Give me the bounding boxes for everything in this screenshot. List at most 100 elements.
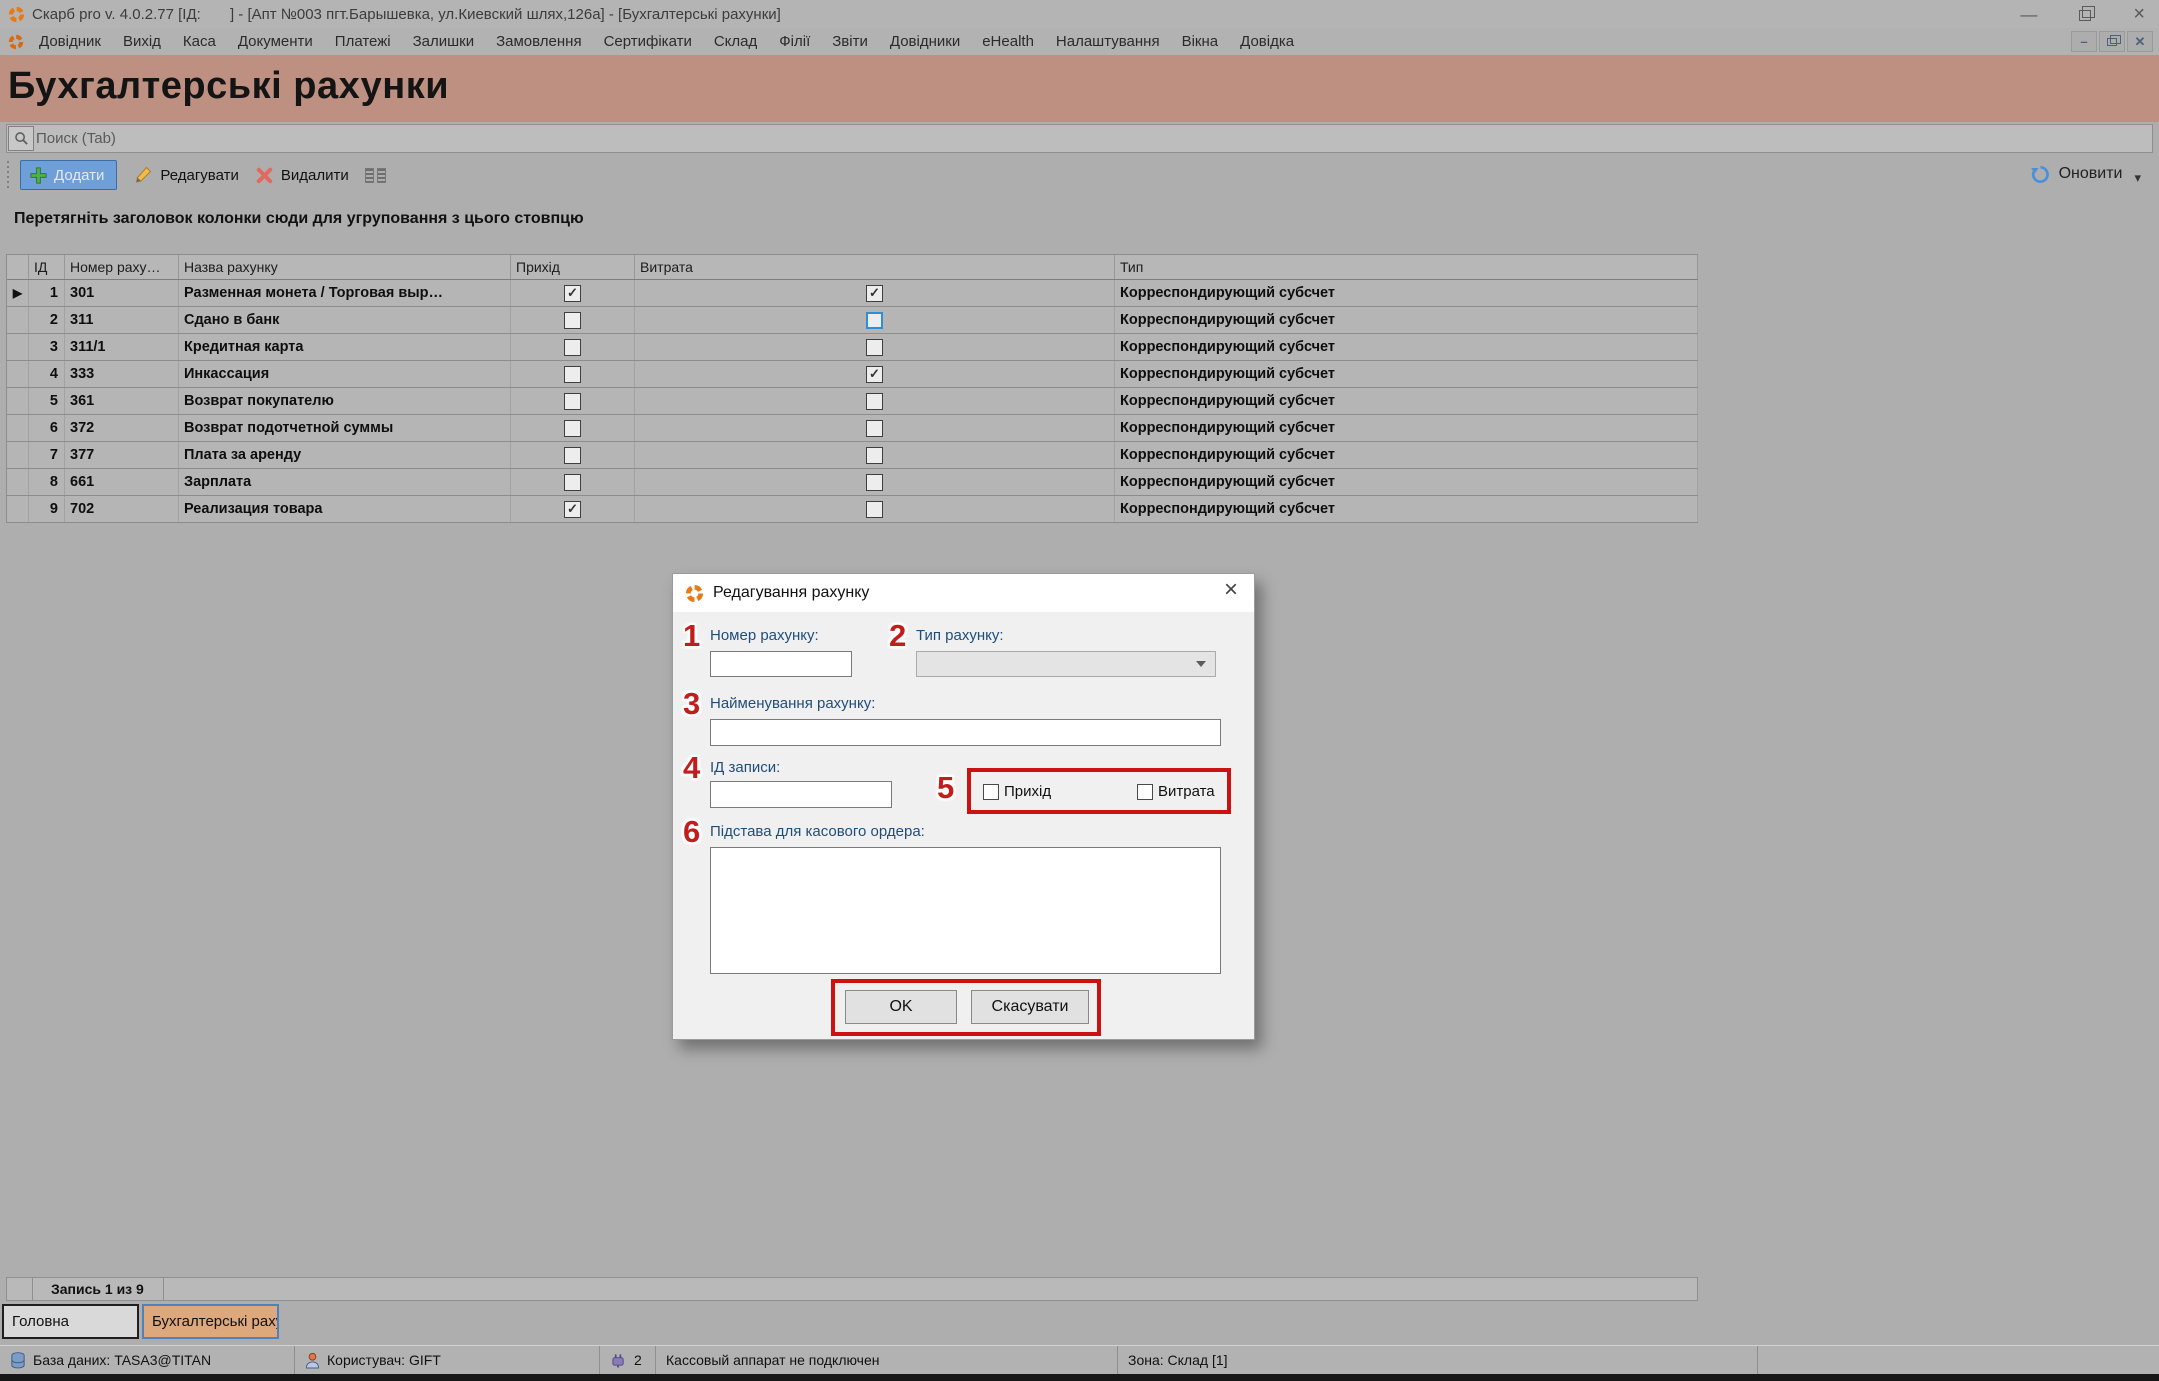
ok-button[interactable]: OK <box>845 990 957 1024</box>
table-row[interactable]: 8661ЗарплатаКорреспондирующий субсчет <box>7 469 1698 496</box>
checkbox[interactable] <box>866 447 883 464</box>
cash-order-basis-field[interactable] <box>710 847 1221 974</box>
account-number-field[interactable] <box>710 651 852 677</box>
menu-item-10[interactable]: Філії <box>768 33 821 50</box>
menu-item-4[interactable]: Документи <box>227 33 324 50</box>
table-row[interactable]: ▶1301Разменная монета / Торговая выр…✓✓К… <box>7 280 1698 307</box>
tab-1[interactable]: Головна <box>2 1304 139 1339</box>
cell-name: Разменная монета / Торговая выр… <box>179 280 511 306</box>
table-row[interactable]: 2311Сдано в банкКорреспондирующий субсче… <box>7 307 1698 334</box>
checkbox-checked[interactable]: ✓ <box>564 501 581 518</box>
menu-item-12[interactable]: Довідники <box>879 33 971 50</box>
record-id-field[interactable] <box>710 781 892 808</box>
table-row[interactable]: 4333Инкассация✓Корреспондирующий субсчет <box>7 361 1698 388</box>
mdi-close-icon[interactable]: ✕ <box>2127 31 2153 52</box>
connections-count: 2 <box>634 1352 642 1368</box>
column-chooser[interactable] <box>7 255 29 279</box>
refresh-icon <box>2030 164 2051 185</box>
refresh-button[interactable]: Оновити ▾ <box>2030 162 2141 186</box>
mdi-minimize-icon[interactable]: – <box>2071 31 2097 52</box>
menu-item-2[interactable]: Вихід <box>112 33 172 50</box>
menu-item-7[interactable]: Замовлення <box>485 33 592 50</box>
delete-button[interactable]: Видалити <box>255 166 349 185</box>
refresh-dropdown-icon[interactable]: ▾ <box>2134 170 2141 186</box>
checkbox[interactable] <box>866 420 883 437</box>
column-header-name[interactable]: Назва рахунку <box>179 255 511 279</box>
cell-name: Кредитная карта <box>179 334 511 360</box>
account-name-field[interactable] <box>710 719 1221 746</box>
edit-account-dialog: Редагування рахунку × 1 Номер рахунку: 2… <box>672 573 1255 1040</box>
checkbox[interactable] <box>564 339 581 356</box>
minimize-icon[interactable]: — <box>2020 6 2037 23</box>
cell-number: 377 <box>65 442 179 468</box>
cell-name: Возврат покупателю <box>179 388 511 414</box>
menu-item-9[interactable]: Склад <box>703 33 768 50</box>
menu-item-1[interactable]: Довідник <box>28 33 112 50</box>
mdi-window-controls: – ✕ <box>2071 31 2153 52</box>
menu-item-8[interactable]: Сертифікати <box>593 33 703 50</box>
menu-item-15[interactable]: Вікна <box>1171 33 1230 50</box>
vitrata-checkbox[interactable]: Витрата <box>1137 783 1215 800</box>
column-header-prihid[interactable]: Прихід <box>511 255 635 279</box>
table-row[interactable]: 5361Возврат покупателюКорреспондирующий … <box>7 388 1698 415</box>
table-row[interactable]: 7377Плата за арендуКорреспондирующий суб… <box>7 442 1698 469</box>
cash-device-status: Кассовый аппарат не подключен <box>666 1352 880 1368</box>
cell-vitrata <box>635 307 1115 333</box>
menu-item-13[interactable]: eHealth <box>971 33 1045 50</box>
record-id-label: ІД записи: <box>710 759 780 776</box>
checkbox[interactable] <box>866 393 883 410</box>
table-row[interactable]: 3311/1Кредитная картаКорреспондирующий с… <box>7 334 1698 361</box>
checkbox[interactable] <box>564 420 581 437</box>
app-logo-icon <box>685 584 704 603</box>
mdi-restore-icon[interactable] <box>2099 31 2125 52</box>
checkbox-checked[interactable]: ✓ <box>866 366 883 383</box>
account-type-select[interactable] <box>916 651 1216 677</box>
menu-item-5[interactable]: Платежі <box>324 33 402 50</box>
prihid-checkbox[interactable]: Прихід <box>983 783 1051 800</box>
cancel-button[interactable]: Скасувати <box>971 990 1089 1024</box>
statusbar-zone: Зона: Склад [1] <box>1118 1346 1758 1374</box>
cell-type: Корреспондирующий субсчет <box>1115 496 1698 522</box>
checkbox[interactable] <box>564 393 581 410</box>
search-input[interactable] <box>36 125 2152 152</box>
checkbox[interactable] <box>564 312 581 329</box>
cell-name: Сдано в банк <box>179 307 511 333</box>
row-indicator <box>7 388 29 414</box>
page-header-band: Бухгалтерські рахунки <box>0 55 2159 122</box>
checkbox[interactable] <box>564 474 581 491</box>
checkbox[interactable] <box>866 474 883 491</box>
cell-number: 361 <box>65 388 179 414</box>
cell-type: Корреспондирующий субсчет <box>1115 442 1698 468</box>
restore-icon[interactable] <box>2079 10 2091 21</box>
edit-button[interactable]: Редагувати <box>133 165 239 185</box>
column-header-vitrata[interactable]: Витрата <box>635 255 1115 279</box>
toolbar-grip[interactable] <box>5 161 10 189</box>
table-row[interactable]: 9702Реализация товара✓Корреспондирующий … <box>7 496 1698 523</box>
search-icon[interactable] <box>8 126 34 151</box>
menu-item-16[interactable]: Довідка <box>1229 33 1305 50</box>
statusbar-cash-device: Кассовый аппарат не подключен <box>656 1346 1118 1374</box>
menu-item-11[interactable]: Звіти <box>821 33 879 50</box>
menu-item-3[interactable]: Каса <box>172 33 227 50</box>
column-header-id[interactable]: ІД <box>29 255 65 279</box>
checkbox[interactable] <box>866 339 883 356</box>
checkbox-checked[interactable]: ✓ <box>866 285 883 302</box>
column-header-number[interactable]: Номер раху… <box>65 255 179 279</box>
checkbox[interactable] <box>866 501 883 518</box>
checkbox-icon <box>983 784 999 800</box>
checkbox[interactable] <box>564 447 581 464</box>
menu-item-6[interactable]: Залишки <box>402 33 486 50</box>
dialog-close-icon[interactable]: × <box>1224 578 1238 602</box>
checkbox[interactable] <box>866 312 883 329</box>
table-row[interactable]: 6372Возврат подотчетной суммыКорреспонди… <box>7 415 1698 442</box>
row-indicator <box>7 334 29 360</box>
close-icon[interactable]: × <box>2133 4 2145 24</box>
checkbox-checked[interactable]: ✓ <box>564 285 581 302</box>
tab-2[interactable]: Бухгалтерські рахун ... <box>142 1304 279 1339</box>
add-button[interactable]: Додати <box>20 160 117 190</box>
columns-icon[interactable] <box>365 168 386 183</box>
checkbox[interactable] <box>564 366 581 383</box>
cell-name: Реализация товара <box>179 496 511 522</box>
menu-item-14[interactable]: Налаштування <box>1045 33 1171 50</box>
column-header-type[interactable]: Тип <box>1115 255 1698 279</box>
